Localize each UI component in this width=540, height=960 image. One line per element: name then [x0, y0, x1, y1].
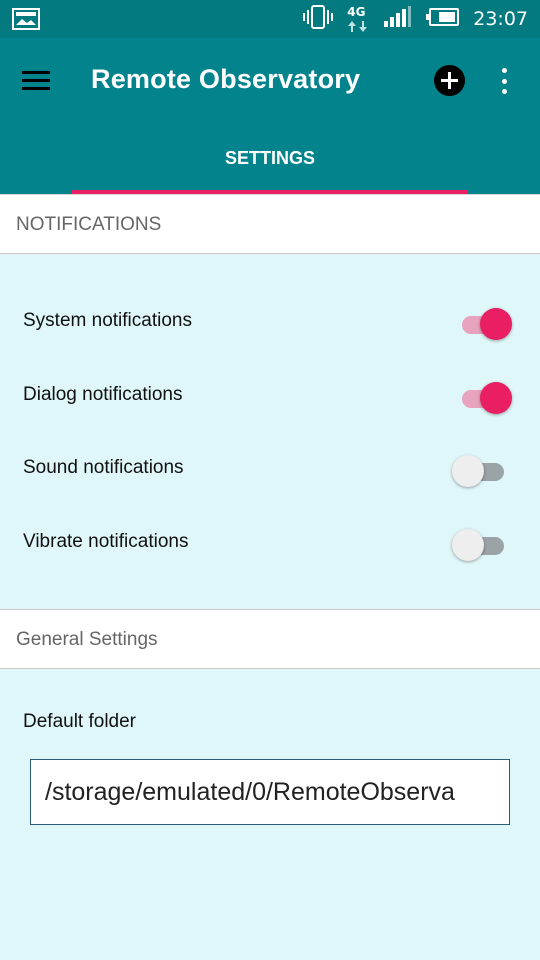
network-4g-icon: 4G [347, 4, 369, 34]
switch-thumb [480, 382, 512, 414]
switch-thumb [480, 308, 512, 340]
system-notifications-row[interactable]: System notifications [0, 292, 540, 352]
default-folder-input[interactable] [30, 759, 510, 825]
general-settings-header: General Settings [0, 609, 540, 669]
status-bar: 4G 23:07 [0, 0, 540, 38]
default-folder-label: Default folder [23, 711, 137, 732]
sound-notifications-switch[interactable] [452, 453, 516, 487]
system-notifications-label: System notifications [23, 310, 192, 331]
more-vert-icon[interactable] [492, 66, 516, 96]
general-settings-header-label: General Settings [16, 629, 158, 650]
vibrate-notifications-label: Vibrate notifications [23, 531, 189, 552]
sound-notifications-label: Sound notifications [23, 457, 184, 478]
dialog-notifications-row[interactable]: Dialog notifications [0, 366, 540, 426]
battery-icon [425, 7, 460, 31]
switch-thumb [452, 529, 484, 561]
network-label: 4G [347, 5, 366, 19]
vibrate-notifications-row[interactable]: Vibrate notifications [0, 513, 540, 573]
dialog-notifications-switch[interactable] [452, 380, 516, 414]
image-notification-icon [12, 8, 40, 35]
tab-settings[interactable]: SETTINGS [72, 132, 468, 194]
notifications-header-label: NOTIFICATIONS [16, 214, 162, 235]
add-circle-icon[interactable] [434, 65, 465, 96]
app-bar: Remote Observatory SETTINGS [0, 38, 540, 194]
vibrate-notifications-switch[interactable] [452, 527, 516, 561]
dialog-notifications-label: Dialog notifications [23, 384, 183, 405]
notifications-section-header: NOTIFICATIONS [0, 194, 540, 254]
tab-settings-label: SETTINGS [224, 147, 315, 168]
clock: 23:07 [473, 8, 528, 30]
hamburger-menu-icon[interactable] [22, 64, 62, 96]
app-title: Remote Observatory [91, 64, 361, 94]
signal-icon [383, 5, 412, 33]
switch-thumb [452, 455, 484, 487]
vibrate-icon [303, 4, 334, 35]
system-notifications-switch[interactable] [452, 306, 516, 340]
sound-notifications-row[interactable]: Sound notifications [0, 439, 540, 499]
